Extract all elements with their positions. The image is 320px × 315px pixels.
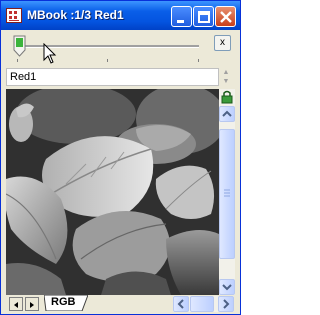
slider-tick: [107, 59, 108, 62]
minimize-icon: [177, 20, 184, 23]
vertical-scrollbar[interactable]: [219, 89, 235, 295]
minimize-button[interactable]: [171, 6, 192, 27]
mbook-window: MBook :1/3 Red1 x Red1 ▲ ▼ RGB: [0, 0, 241, 315]
tab-next-button[interactable]: [25, 297, 39, 311]
mouse-cursor-icon: [43, 43, 57, 64]
title-bar[interactable]: MBook :1/3 Red1: [1, 1, 240, 30]
horizontal-scroll-thumb[interactable]: [190, 296, 214, 312]
close-button[interactable]: [215, 6, 236, 27]
spin-down-icon[interactable]: ▼: [219, 77, 233, 86]
left-triangle-icon: [14, 302, 18, 308]
image-viewport[interactable]: [6, 89, 219, 295]
scroll-down-button[interactable]: [219, 279, 235, 295]
horizontal-scrollbar[interactable]: [173, 296, 234, 312]
spin-up-icon[interactable]: ▲: [219, 68, 233, 77]
grayscale-leaves-image: [6, 89, 219, 295]
slider-tick: [17, 59, 18, 62]
scroll-right-button[interactable]: [218, 296, 234, 312]
up-arrow-icon: [222, 110, 232, 117]
scroll-left-button[interactable]: [173, 296, 189, 312]
image-toolbar: [1, 30, 240, 68]
window-title: MBook :1/3 Red1: [27, 8, 124, 22]
maximize-button[interactable]: [193, 6, 214, 27]
maximize-icon: [198, 11, 210, 23]
slider-thumb[interactable]: [13, 35, 27, 57]
close-toolbar-button[interactable]: x: [214, 35, 231, 51]
mbook-app-icon[interactable]: [6, 8, 22, 23]
layer-name-field[interactable]: Red1: [6, 68, 219, 86]
layer-spinner[interactable]: ▲ ▼: [219, 68, 233, 86]
down-arrow-icon: [222, 284, 232, 291]
lock-icon[interactable]: [219, 89, 235, 105]
vertical-scroll-thumb[interactable]: [219, 129, 235, 259]
right-arrow-icon: [223, 299, 230, 309]
left-arrow-icon: [177, 299, 184, 309]
right-triangle-icon: [30, 302, 34, 308]
slider-tick: [198, 59, 199, 62]
sheet-tab-label: RGB: [51, 296, 76, 308]
tab-prev-button[interactable]: [9, 297, 23, 311]
sheet-tab-rgb[interactable]: RGB: [44, 295, 88, 311]
scroll-up-button[interactable]: [219, 106, 235, 122]
close-icon: [220, 11, 232, 23]
